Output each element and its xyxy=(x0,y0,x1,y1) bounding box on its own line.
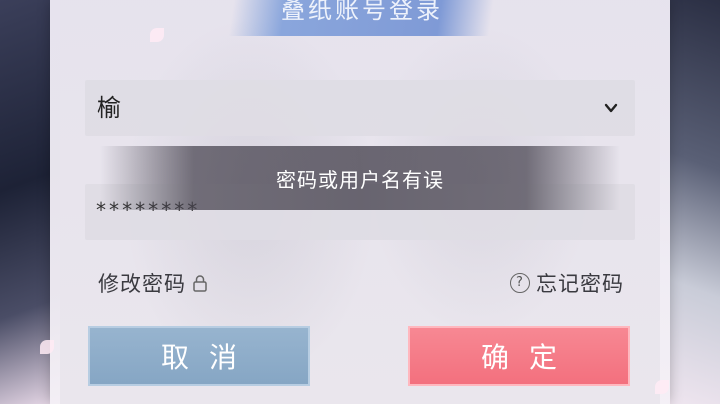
account-dropdown[interactable]: 榆 xyxy=(85,80,635,136)
change-password-label: 修改密码 xyxy=(98,272,186,296)
toast-message: 密码或用户名有误 xyxy=(276,168,444,192)
dialog-title: 叠纸账号登录 xyxy=(281,0,443,24)
petal-decoration xyxy=(150,28,164,42)
cancel-button[interactable]: 取消 xyxy=(88,326,310,386)
petal-decoration xyxy=(655,380,669,394)
confirm-button[interactable]: 确定 xyxy=(408,326,630,386)
chevron-down-icon[interactable] xyxy=(603,100,619,116)
change-password-link[interactable]: 修改密码 xyxy=(98,268,208,298)
petal-decoration xyxy=(40,340,54,354)
account-value: 榆 xyxy=(97,94,121,122)
forgot-password-label: 忘记密码 xyxy=(536,272,624,296)
lock-icon xyxy=(193,275,207,292)
forgot-password-link[interactable]: ? 忘记密码 xyxy=(510,268,624,298)
error-toast: 密码或用户名有误 xyxy=(100,146,620,210)
help-circle-icon: ? xyxy=(510,273,530,293)
